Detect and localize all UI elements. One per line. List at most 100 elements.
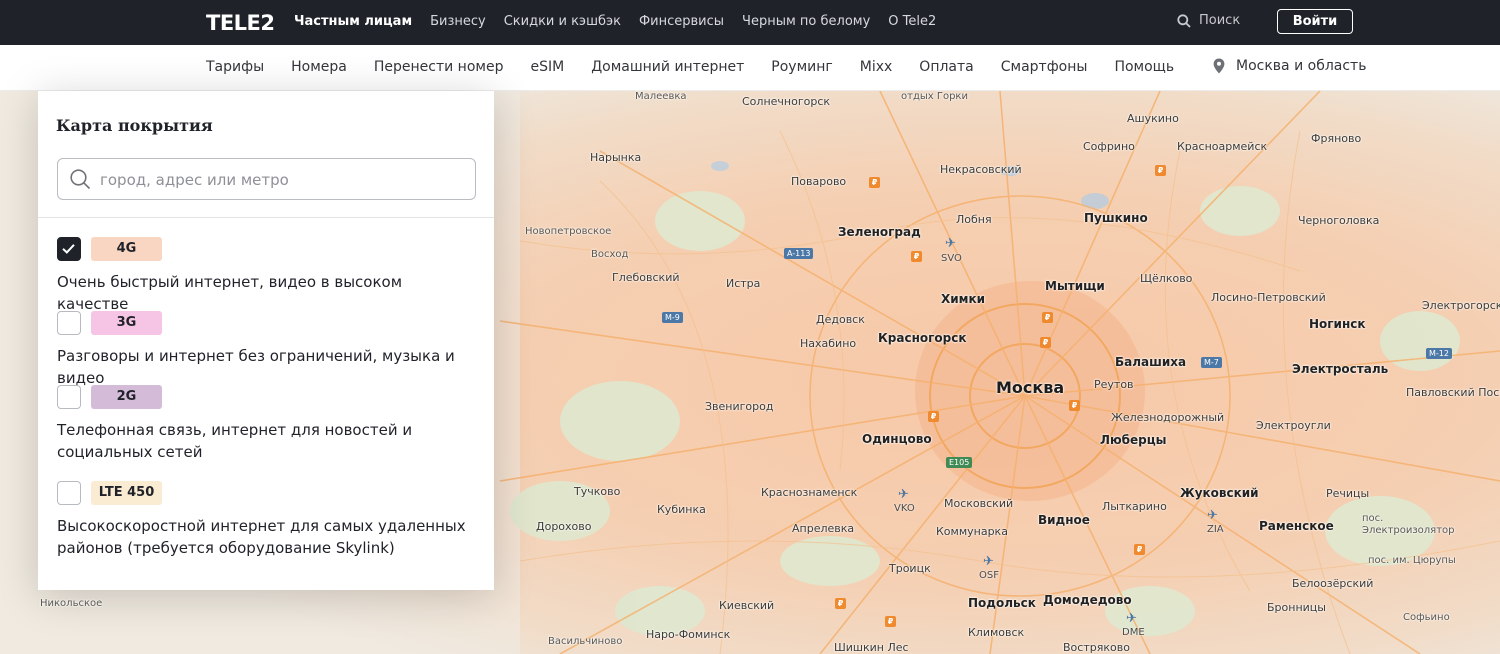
login-button[interactable]: Войти xyxy=(1277,9,1353,34)
map-label-tuchkovo[interactable]: Тучково xyxy=(574,485,620,498)
map-label-krasnoznamensk[interactable]: Краснознаменск xyxy=(761,486,857,499)
map-label-solnechnogorsk[interactable]: Солнечногорск xyxy=(742,95,830,108)
fuel-station-icon[interactable]: ₽ xyxy=(885,616,896,627)
fuel-station-icon[interactable]: ₽ xyxy=(911,251,922,262)
region-selector[interactable]: Москва и область xyxy=(1213,58,1366,74)
fuel-station-icon[interactable]: ₽ xyxy=(835,598,846,609)
map-label-gorki[interactable]: отдых Горки xyxy=(901,91,968,102)
map-label-domodedovo[interactable]: Домодедово xyxy=(1043,593,1132,607)
map-label-narynka[interactable]: Нарынка xyxy=(590,151,641,164)
airport-code-osf[interactable]: OSF xyxy=(979,570,999,581)
map-label-shishkin-les[interactable]: Шишкин Лес xyxy=(834,641,909,654)
subnav-tariffs[interactable]: Тарифы xyxy=(206,59,264,75)
subnav-payment[interactable]: Оплата xyxy=(919,59,973,75)
map-label-elektrougli[interactable]: Электроугли xyxy=(1256,419,1331,432)
subnav-smartphones[interactable]: Смартфоны xyxy=(1001,59,1088,75)
address-search-input[interactable] xyxy=(100,169,460,191)
fuel-station-icon[interactable]: ₽ xyxy=(928,411,939,422)
map-label-podolsk[interactable]: Подольск xyxy=(968,596,1036,610)
map-label-vidnoe[interactable]: Видное xyxy=(1038,513,1090,527)
subnav-home-internet[interactable]: Домашний интернет xyxy=(591,59,744,75)
airport-icon[interactable]: ✈ xyxy=(1126,612,1137,625)
map-label-kubinka[interactable]: Кубинка xyxy=(657,503,706,516)
airport-code-svo[interactable]: SVO xyxy=(941,253,962,264)
map-label-elektrogorsk[interactable]: Электрогорск xyxy=(1422,299,1500,312)
fuel-station-icon[interactable]: ₽ xyxy=(1069,400,1080,411)
map-label-mytishchi[interactable]: Мытищи xyxy=(1045,279,1105,293)
map-label-zvenigorod[interactable]: Звенигород xyxy=(705,400,773,413)
map-label-zelenograd[interactable]: Зеленоград xyxy=(838,225,921,239)
fuel-station-icon[interactable]: ₽ xyxy=(1134,544,1145,555)
map-label-lytkarino[interactable]: Лыткарино xyxy=(1102,500,1167,513)
map-label-noginsk[interactable]: Ногинск xyxy=(1309,317,1366,331)
tag-4g[interactable]: 4G xyxy=(91,237,162,261)
map-label-balashikha[interactable]: Балашиха xyxy=(1115,355,1186,369)
map-label-sofrino[interactable]: Софрино xyxy=(1083,140,1135,153)
map-label-krasnogorsk[interactable]: Красногорск xyxy=(878,331,967,345)
top-search[interactable]: Поиск xyxy=(1177,13,1240,28)
map-label-ashukino[interactable]: Ашукино xyxy=(1127,112,1179,125)
map-label-nekrasovsky[interactable]: Некрасовский xyxy=(940,163,1022,176)
fuel-station-icon[interactable]: ₽ xyxy=(1040,337,1051,348)
subnav-mixx[interactable]: Mixx xyxy=(860,59,893,75)
airport-code-dme[interactable]: DME xyxy=(1122,627,1145,638)
map-label-malevka[interactable]: Малеевка xyxy=(635,91,687,102)
map-label-losino-petrovsky[interactable]: Лосино-Петровский xyxy=(1211,291,1326,304)
map-label-odintsovo[interactable]: Одинцово xyxy=(862,432,932,446)
map-label-moscow[interactable]: Москва xyxy=(996,378,1064,397)
map-label-pushkino[interactable]: Пушкино xyxy=(1084,211,1148,225)
nav-finservices[interactable]: Финсервисы xyxy=(639,14,724,29)
subnav-help[interactable]: Помощь xyxy=(1114,59,1174,75)
map-label-naro-fominsk[interactable]: Наро-Фоминск xyxy=(646,628,730,641)
checkbox-lte450[interactable] xyxy=(57,481,81,505)
subnav-numbers[interactable]: Номера xyxy=(291,59,347,75)
airport-icon[interactable]: ✈ xyxy=(945,237,956,250)
map-label-shchyolkovo[interactable]: Щёлково xyxy=(1140,272,1192,285)
map-label-elektrostal[interactable]: Электросталь xyxy=(1292,362,1388,376)
subnav-roaming[interactable]: Роуминг xyxy=(771,59,832,75)
map-label-istra[interactable]: Истра xyxy=(726,277,760,290)
map-label-moskovsky[interactable]: Московский xyxy=(944,497,1013,510)
nav-business[interactable]: Бизнесу xyxy=(430,14,486,29)
map-label-vasilchinovo[interactable]: Васильчиново xyxy=(548,636,622,647)
map-label-kievsky[interactable]: Киевский xyxy=(719,599,774,612)
tag-2g[interactable]: 2G xyxy=(91,385,162,409)
map-label-lyubertsy[interactable]: Люберцы xyxy=(1100,433,1167,447)
map-label-tsyurupy[interactable]: пос. им. Цюрупы xyxy=(1368,555,1456,566)
fuel-station-icon[interactable]: ₽ xyxy=(869,177,880,188)
checkbox-2g[interactable] xyxy=(57,385,81,409)
tele2-logo[interactable]: TELE2 xyxy=(206,11,275,35)
map-label-elektroizolyator[interactable]: пос. Электроизолятор xyxy=(1362,513,1458,537)
fuel-station-icon[interactable]: ₽ xyxy=(1042,312,1053,323)
airport-code-vko[interactable]: VKO xyxy=(894,503,915,514)
map-label-rechitsy[interactable]: Речицы xyxy=(1326,487,1369,500)
fuel-station-icon[interactable]: ₽ xyxy=(1155,165,1166,176)
tag-3g[interactable]: 3G xyxy=(91,311,162,335)
map-label-lobnya[interactable]: Лобня xyxy=(956,213,992,226)
map-label-aprelevka[interactable]: Апрелевка xyxy=(792,522,854,535)
nav-black-on-white[interactable]: Черным по белому xyxy=(742,14,870,29)
map-label-beloozersky[interactable]: Белоозёрский xyxy=(1292,577,1373,590)
airport-code-zia[interactable]: ZIA xyxy=(1207,524,1224,535)
map-label-dorokhovo[interactable]: Дорохово xyxy=(536,520,592,533)
nav-about[interactable]: О Tele2 xyxy=(888,14,936,29)
airport-icon[interactable]: ✈ xyxy=(898,488,909,501)
nav-private[interactable]: Частным лицам xyxy=(294,14,412,29)
map-label-ramenskoe[interactable]: Раменское xyxy=(1259,519,1334,533)
subnav-esim[interactable]: eSIM xyxy=(530,59,564,75)
map-label-dedovsk[interactable]: Дедовск xyxy=(816,313,865,326)
map-label-glebovsky[interactable]: Глебовский xyxy=(612,271,680,284)
map-label-zhukovsky[interactable]: Жуковский xyxy=(1180,486,1259,500)
map-label-voskhod[interactable]: Восход xyxy=(591,249,628,260)
map-label-novopetrovskoe[interactable]: Новопетровское xyxy=(525,226,611,237)
map-label-zheleznodorozhny[interactable]: Железнодорожный xyxy=(1111,411,1224,424)
map-label-vostryakovo[interactable]: Востряково xyxy=(1063,641,1130,654)
map-label-reutov[interactable]: Реутов xyxy=(1094,378,1134,391)
map-label-khimki[interactable]: Химки xyxy=(941,292,985,306)
map-label-chernogolovka[interactable]: Черноголовка xyxy=(1298,214,1379,227)
address-search-box[interactable] xyxy=(57,158,476,200)
checkbox-3g[interactable] xyxy=(57,311,81,335)
tag-lte450[interactable]: LTE 450 xyxy=(91,481,162,505)
map-label-pavlovsky-posad[interactable]: Павловский Посад xyxy=(1406,386,1500,399)
checkbox-4g[interactable] xyxy=(57,237,81,261)
